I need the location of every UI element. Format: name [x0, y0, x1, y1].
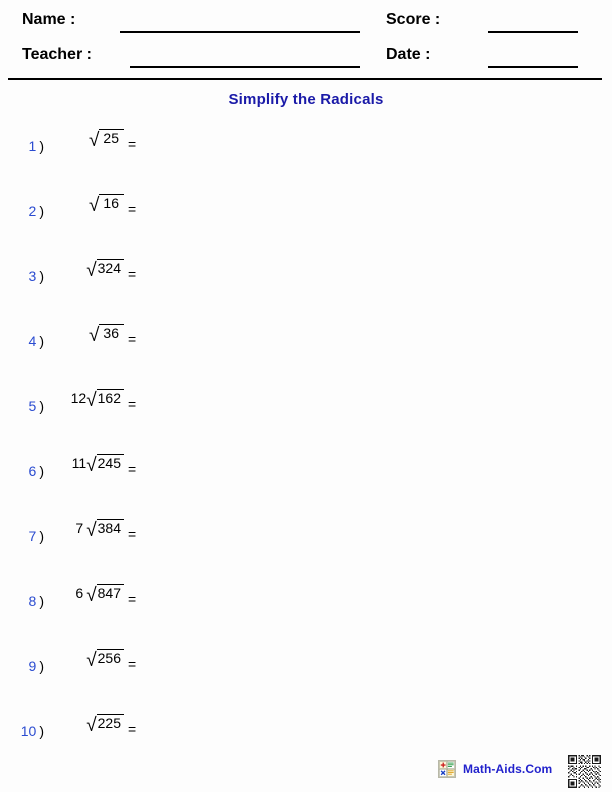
equals-sign: =	[128, 201, 137, 217]
date-input-line[interactable]	[488, 66, 578, 68]
problem-row: 9) √256 =	[0, 638, 612, 703]
square-root-icon: √	[86, 520, 97, 541]
name-input-line[interactable]	[120, 31, 360, 33]
radicand-value: 847	[96, 584, 124, 601]
problem-row: 5) 12√162 =	[0, 378, 612, 443]
answer-area[interactable]	[146, 715, 586, 745]
square-root-icon: √	[88, 325, 100, 346]
equals-sign: =	[128, 656, 137, 672]
equals-sign: =	[128, 396, 137, 412]
problem-row: 6) 11√245 =	[0, 443, 612, 508]
radical-expression: 7 √384	[0, 519, 124, 541]
radicand-value: 225	[96, 714, 124, 731]
teacher-label: Teacher :	[22, 46, 92, 63]
header-divider	[8, 78, 602, 80]
score-input-line[interactable]	[488, 31, 578, 33]
radicand-value: 324	[96, 259, 124, 276]
radicand-value: 16	[99, 194, 124, 211]
problem-row: 8) 6 √847 =	[0, 573, 612, 638]
square-root-icon: √	[86, 260, 97, 281]
name-label: Name :	[22, 11, 76, 28]
radical-symbol-group: √225	[86, 714, 124, 736]
radicand-value: 25	[99, 129, 124, 146]
radical-symbol-group: √847	[86, 584, 124, 606]
radical-expression: √ 25	[0, 129, 124, 151]
square-root-icon: √	[86, 390, 97, 411]
answer-area[interactable]	[146, 325, 586, 355]
radical-symbol-group: √256	[86, 649, 124, 671]
radical-expression: √324	[0, 259, 124, 281]
brand-link[interactable]: Math-Aids.Com	[438, 760, 552, 778]
radicand-value: 245	[96, 454, 124, 471]
square-root-icon: √	[88, 195, 100, 216]
radical-expression: √256	[0, 649, 124, 671]
radicand-value: 162	[96, 389, 124, 406]
radicand-value: 36	[99, 324, 124, 341]
answer-area[interactable]	[146, 260, 586, 290]
square-root-icon: √	[86, 585, 97, 606]
radical-symbol-group: √245	[86, 454, 124, 476]
radical-expression: √ 16	[0, 194, 124, 216]
brand-label: Math-Aids.Com	[463, 762, 553, 776]
equals-sign: =	[128, 331, 137, 347]
equals-sign: =	[128, 136, 137, 152]
worksheet-footer: Math-Aids.Com	[0, 755, 612, 792]
radical-symbol-group: √ 16	[88, 194, 124, 216]
radical-symbol-group: √ 36	[88, 324, 124, 346]
answer-area[interactable]	[146, 650, 586, 680]
equals-sign: =	[128, 591, 137, 607]
radical-coefficient: 12	[70, 390, 87, 406]
square-root-icon: √	[88, 130, 100, 151]
qr-code[interactable]	[568, 755, 601, 788]
radical-expression: 12√162	[0, 389, 124, 411]
radicand-value: 384	[96, 519, 124, 536]
equals-sign: =	[128, 266, 137, 282]
radical-coefficient: 7	[75, 520, 84, 536]
answer-area[interactable]	[146, 455, 586, 485]
worksheet-page: Name : Teacher : Score : Date : Simplify…	[0, 0, 612, 792]
problem-row: 3) √324 =	[0, 248, 612, 313]
square-root-icon: √	[86, 715, 97, 736]
square-root-icon: √	[86, 455, 97, 476]
problem-row: 4) √ 36 =	[0, 313, 612, 378]
equals-sign: =	[128, 526, 137, 542]
radical-symbol-group: √ 25	[88, 129, 124, 151]
answer-area[interactable]	[146, 520, 586, 550]
radical-expression: √ 36	[0, 324, 124, 346]
problem-row: 1) √ 25 =	[0, 118, 612, 183]
date-label: Date :	[386, 46, 431, 63]
worksheet-header: Name : Teacher : Score : Date :	[0, 0, 612, 78]
radical-symbol-group: √162	[86, 389, 124, 411]
radical-expression: √225	[0, 714, 124, 736]
score-label: Score :	[386, 11, 441, 28]
teacher-input-line[interactable]	[130, 66, 360, 68]
radical-coefficient: 6	[75, 585, 84, 601]
radical-expression: 6 √847	[0, 584, 124, 606]
problem-list: 1) √ 25 = 2) √ 16 = 3) √324 = 4) √ 36 = 5) 12√162 = 6) 11√2…	[0, 118, 612, 768]
radical-symbol-group: √384	[86, 519, 124, 541]
math-aids-logo-icon	[438, 760, 456, 778]
radicand-value: 256	[96, 649, 124, 666]
equals-sign: =	[128, 461, 137, 477]
answer-area[interactable]	[146, 585, 586, 615]
page-title: Simplify the Radicals	[228, 91, 384, 108]
answer-area[interactable]	[146, 390, 586, 420]
radical-symbol-group: √324	[86, 259, 124, 281]
radical-expression: 11√245	[0, 454, 124, 476]
answer-area[interactable]	[146, 130, 586, 160]
answer-area[interactable]	[146, 195, 586, 225]
equals-sign: =	[128, 721, 137, 737]
problem-row: 2) √ 16 =	[0, 183, 612, 248]
square-root-icon: √	[86, 650, 97, 671]
radical-coefficient: 11	[71, 455, 87, 471]
problem-row: 7) 7 √384 =	[0, 508, 612, 573]
